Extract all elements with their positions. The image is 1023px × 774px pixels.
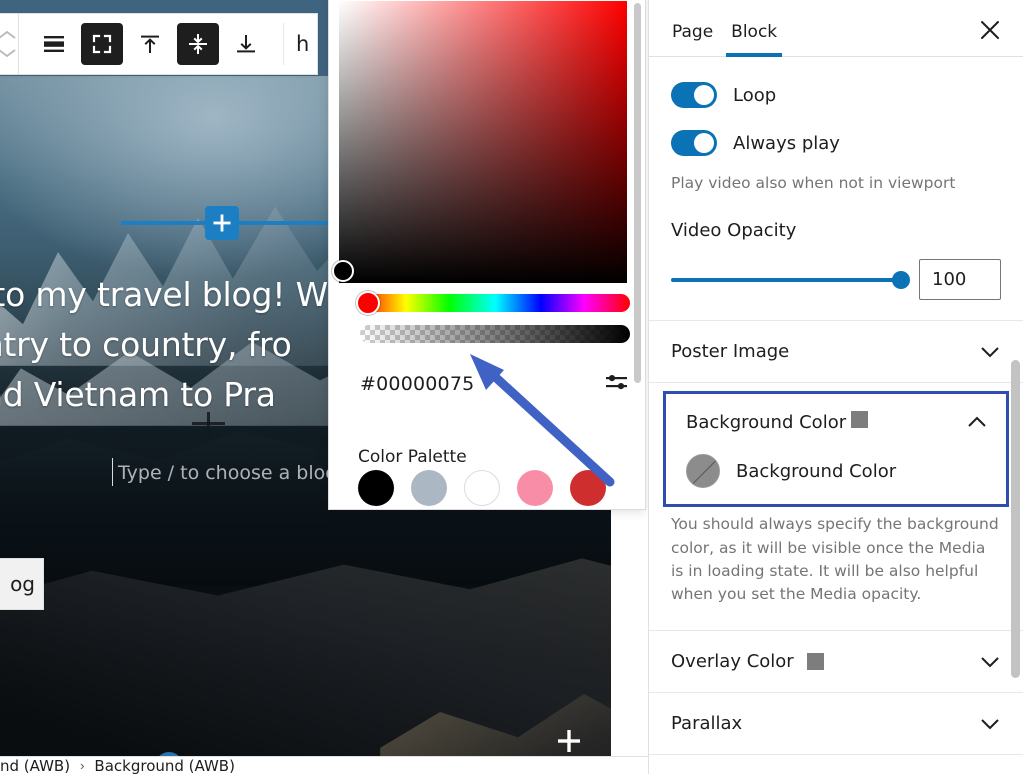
- chevron-down-icon: [981, 719, 999, 730]
- chevron-down-icon: [981, 657, 999, 668]
- panel-poster-image[interactable]: Poster Image: [649, 321, 1023, 384]
- hue-slider-handle[interactable]: [356, 291, 380, 315]
- palette-swatch-vivid-red[interactable]: [570, 470, 606, 506]
- block-type-button[interactable]: [33, 23, 75, 65]
- palette-swatch-black[interactable]: [358, 470, 394, 506]
- video-opacity-slider[interactable]: [671, 270, 910, 289]
- hue-slider[interactable]: [360, 294, 630, 312]
- plus-icon: [213, 214, 231, 232]
- awb-background-block-icon: [44, 36, 64, 52]
- align-top-icon: [141, 35, 159, 53]
- loop-toggle-label: Loop: [733, 84, 777, 106]
- move-up-button[interactable]: [0, 29, 17, 41]
- tab-page[interactable]: Page: [663, 22, 722, 56]
- blog-chip-label: og: [10, 572, 35, 596]
- sliders-icon: [606, 374, 627, 389]
- video-opacity-input[interactable]: 100: [919, 259, 1001, 301]
- align-top-button[interactable]: [129, 23, 171, 65]
- always-play-toggle-label: Always play: [733, 132, 840, 154]
- move-down-button[interactable]: [0, 47, 17, 59]
- plus-icon: [558, 730, 580, 752]
- color-picker-settings-button[interactable]: [604, 371, 630, 398]
- panel-overlay-color[interactable]: Overlay Color: [649, 631, 1023, 694]
- chevron-up-icon: [968, 417, 986, 428]
- video-opacity-slider-thumb[interactable]: [892, 270, 910, 289]
- close-sidebar-button[interactable]: [973, 13, 1007, 47]
- color-palette-title: Color Palette: [358, 447, 467, 467]
- app-root: e to my travel blog! W untry to country,…: [0, 0, 1023, 774]
- video-settings-section: Loop Always play Play video also when no…: [649, 57, 1023, 322]
- panel-parallax-title: Parallax: [671, 713, 743, 735]
- video-opacity-row: 100: [671, 259, 1001, 301]
- hex-value-row: #00000075: [360, 367, 630, 401]
- align-middle-button[interactable]: [177, 23, 219, 65]
- breadcrumb: nd (AWB) › Background (AWB): [0, 756, 648, 774]
- block-settings-sidebar: Page Block Loop Always play Play video a…: [648, 0, 1023, 774]
- foreground-rock: [0, 558, 611, 756]
- sidebar-tabs: Page Block: [649, 0, 1023, 57]
- color-palette-swatches: [358, 470, 606, 506]
- fullscreen-cover-icon: [92, 34, 112, 54]
- alpha-slider[interactable]: [360, 325, 630, 343]
- align-bottom-button[interactable]: [225, 23, 267, 65]
- palette-swatch-cyan-bluish-gray[interactable]: [411, 470, 447, 506]
- panel-background-color-title: Background Color: [686, 412, 847, 434]
- sidebar-scrollbar-thumb[interactable]: [1011, 360, 1020, 678]
- panel-parallax[interactable]: Parallax: [649, 693, 1023, 756]
- color-picker-popover: #00000075: [328, 0, 813, 510]
- panel-background-color-header[interactable]: Background Color: [666, 394, 1006, 450]
- cover-fit-button[interactable]: [81, 23, 123, 65]
- saturation-value-area[interactable]: [339, 1, 627, 283]
- paragraph-placeholder[interactable]: Type / to choose a block: [118, 458, 347, 488]
- background-color-item-label: Background Color: [736, 460, 897, 482]
- palette-swatch-white[interactable]: [464, 470, 500, 506]
- background-color-swatch-button[interactable]: Background Color: [666, 450, 1006, 504]
- toolbar-buttons: h: [19, 23, 317, 65]
- palette-swatch-pale-pink[interactable]: [517, 470, 553, 506]
- overlay-color-mini-swatch: [806, 653, 824, 671]
- close-icon: [981, 21, 999, 39]
- breadcrumb-parent[interactable]: nd (AWB): [0, 757, 70, 774]
- always-play-help-text: Play video also when not in viewport: [671, 174, 956, 192]
- hex-value-input[interactable]: #00000075: [360, 373, 474, 395]
- picker-scrollbar-thumb[interactable]: [634, 3, 641, 383]
- chevron-down-icon: [981, 347, 999, 358]
- toolbar-trailing-text[interactable]: h: [283, 23, 317, 65]
- blog-label-chip[interactable]: og: [0, 558, 44, 610]
- align-middle-icon: [189, 34, 207, 54]
- always-play-toggle[interactable]: [671, 130, 717, 156]
- chevron-up-icon: [0, 30, 16, 39]
- block-toolbar: h: [0, 13, 318, 75]
- background-color-circle-icon: [686, 454, 720, 489]
- loop-toggle-row: Loop: [671, 82, 1001, 108]
- always-play-toggle-row: Always play: [671, 130, 1001, 156]
- video-opacity-label: Video Opacity: [671, 220, 797, 242]
- chevron-down-icon: [0, 49, 16, 58]
- panel-overlay-color-title: Overlay Color: [671, 651, 794, 673]
- text-caret: [112, 458, 113, 486]
- summit-cross-arm: [192, 422, 225, 425]
- align-bottom-icon: [237, 35, 255, 53]
- block-inserter-button[interactable]: [205, 206, 239, 240]
- media-block-appender-button[interactable]: [549, 721, 589, 756]
- background-color-mini-swatch: [850, 411, 868, 429]
- breadcrumb-current[interactable]: Background (AWB): [94, 757, 235, 774]
- panel-background-color: Background Color Background Color You sh…: [649, 391, 1023, 632]
- tab-block[interactable]: Block: [722, 22, 786, 57]
- breadcrumb-separator-icon: ›: [80, 758, 85, 773]
- background-color-focus-region: Background Color Background Color: [663, 391, 1009, 508]
- panel-poster-image-title: Poster Image: [671, 341, 790, 363]
- loop-toggle[interactable]: [671, 82, 717, 108]
- background-color-description: You should always specify the background…: [649, 507, 1023, 632]
- block-mover: [0, 14, 19, 74]
- saturation-value-handle[interactable]: [332, 260, 354, 282]
